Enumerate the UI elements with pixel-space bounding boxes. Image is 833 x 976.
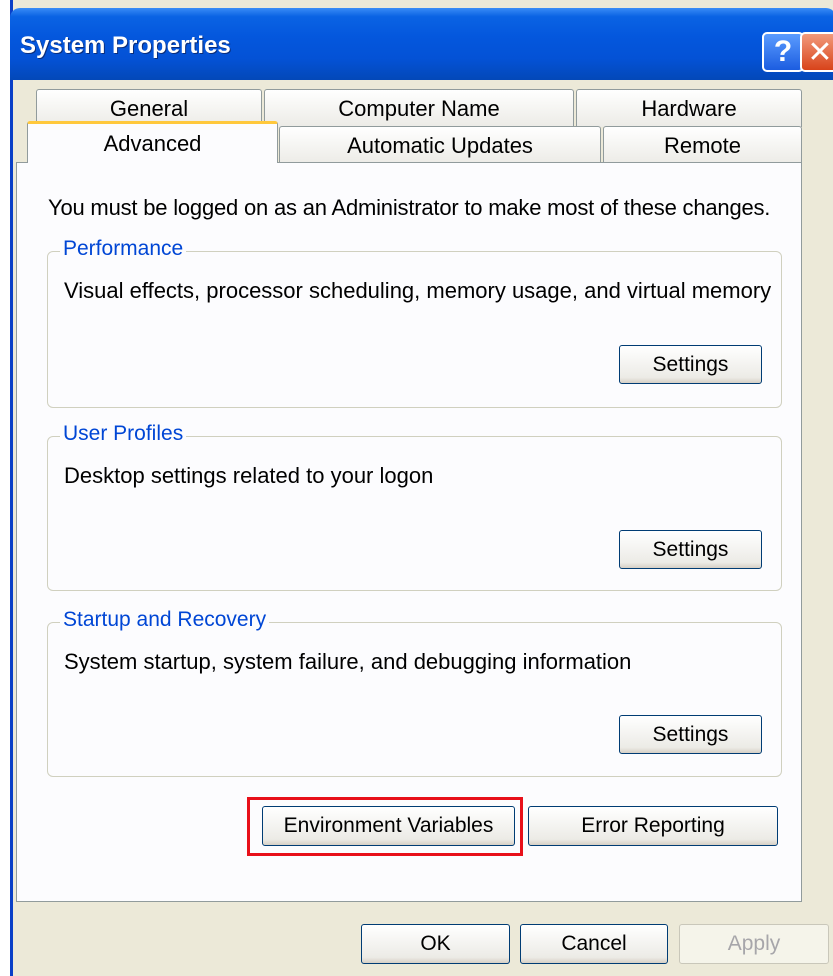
user-profiles-legend: User Profiles: [60, 422, 187, 446]
tab-advanced[interactable]: Advanced: [27, 121, 278, 163]
ok-button[interactable]: OK: [361, 924, 510, 964]
tab-hardware[interactable]: Hardware: [576, 89, 802, 127]
performance-group: Performance Visual effects, processor sc…: [47, 237, 782, 408]
window-title: System Properties: [20, 32, 231, 59]
title-bar[interactable]: System Properties ? ✕: [10, 8, 833, 80]
user-profiles-settings-button[interactable]: Settings: [619, 530, 762, 569]
admin-notice: You must be logged on as an Administrato…: [48, 195, 771, 220]
performance-description: Visual effects, processor scheduling, me…: [64, 278, 772, 303]
tab-automatic-updates[interactable]: Automatic Updates: [279, 126, 601, 164]
startup-recovery-legend: Startup and Recovery: [60, 608, 270, 632]
cancel-button[interactable]: Cancel: [520, 924, 668, 964]
help-icon[interactable]: ?: [762, 32, 804, 72]
apply-button[interactable]: Apply: [679, 924, 829, 964]
startup-recovery-description: System startup, system failure, and debu…: [64, 649, 632, 674]
performance-settings-button[interactable]: Settings: [619, 345, 762, 384]
close-icon[interactable]: ✕: [800, 32, 833, 72]
tab-remote[interactable]: Remote: [603, 126, 802, 164]
tab-computer-name[interactable]: Computer Name: [264, 89, 574, 127]
startup-recovery-settings-button[interactable]: Settings: [619, 715, 762, 754]
environment-variables-highlight: [247, 797, 523, 856]
performance-legend: Performance: [60, 237, 187, 261]
user-profiles-description: Desktop settings related to your logon: [64, 463, 434, 488]
error-reporting-button[interactable]: Error Reporting: [528, 806, 778, 846]
